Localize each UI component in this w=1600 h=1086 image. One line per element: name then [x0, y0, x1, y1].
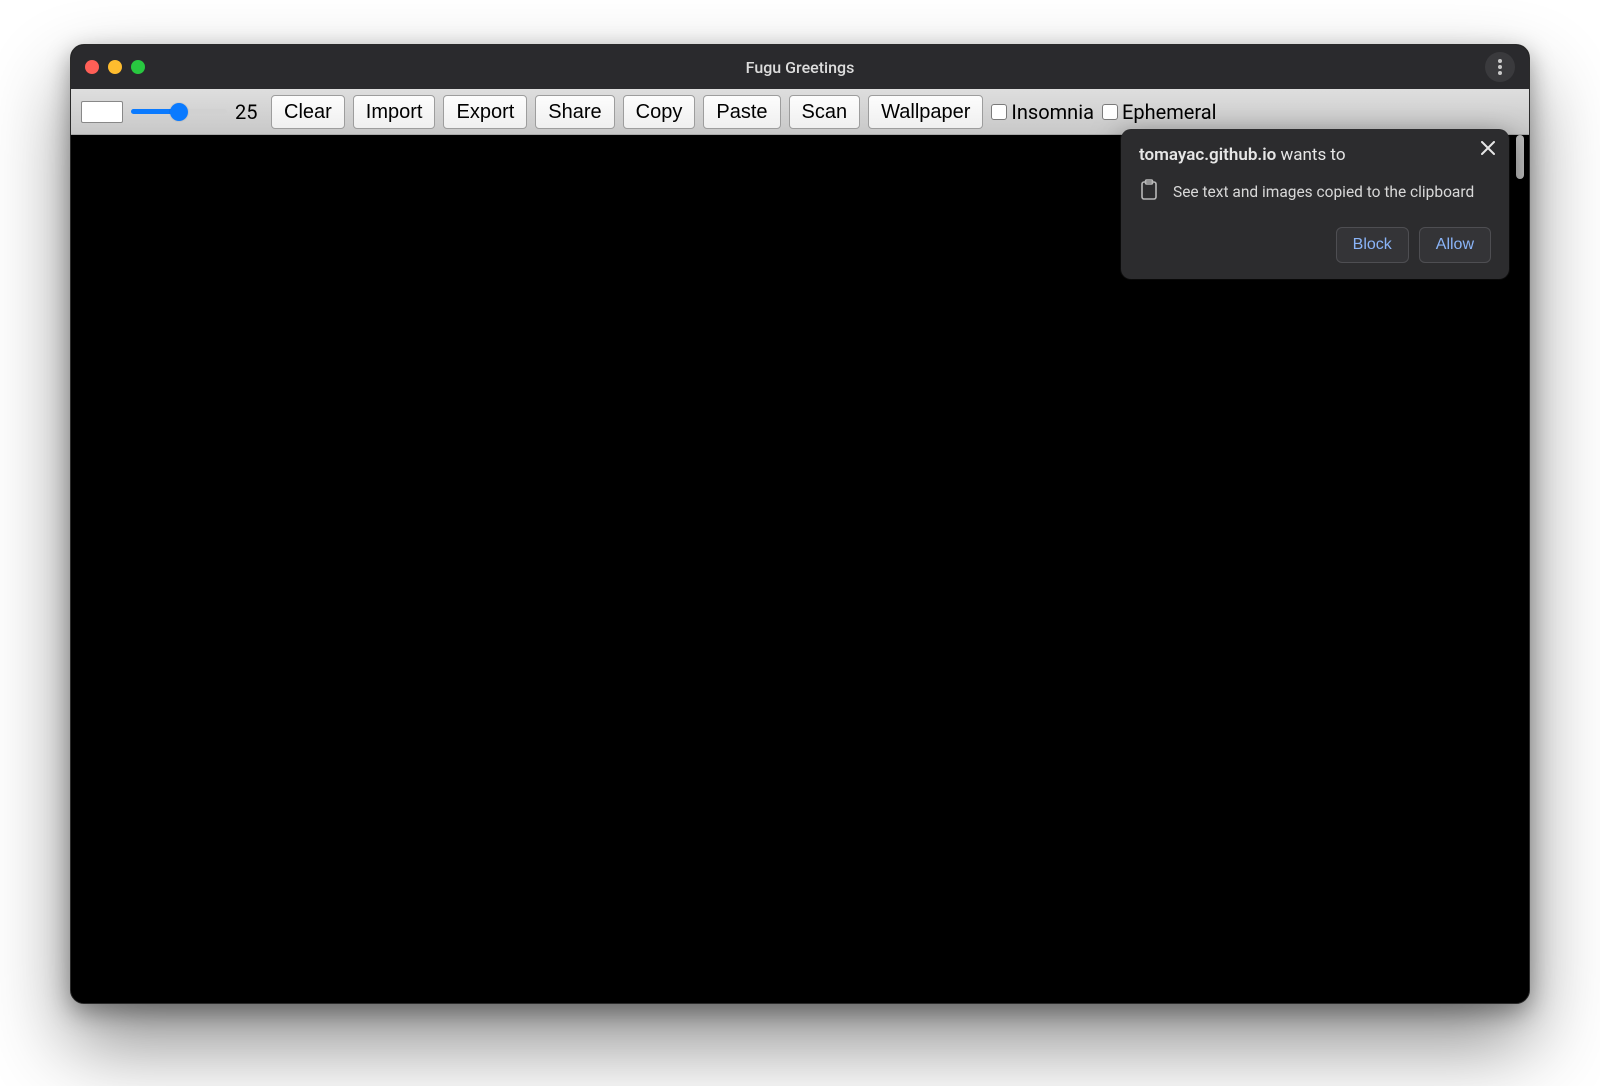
export-button[interactable]: Export: [443, 95, 527, 129]
permission-prompt: tomayac.github.io wants to See text and …: [1121, 129, 1509, 279]
window-close-button[interactable]: [85, 60, 99, 74]
permission-title: tomayac.github.io wants to: [1139, 145, 1491, 165]
slider-thumb[interactable]: [170, 103, 188, 121]
paste-button[interactable]: Paste: [703, 95, 780, 129]
traffic-lights: [85, 60, 145, 74]
wallpaper-button[interactable]: Wallpaper: [868, 95, 983, 129]
insomnia-label: Insomnia: [1011, 100, 1094, 124]
ephemeral-checkbox[interactable]: [1102, 104, 1118, 120]
permission-request-row: See text and images copied to the clipbo…: [1139, 179, 1491, 205]
window-title: Fugu Greetings: [71, 58, 1529, 77]
share-button[interactable]: Share: [535, 95, 614, 129]
clipboard-icon: [1139, 179, 1159, 205]
slider-track: [131, 109, 227, 114]
color-picker-swatch[interactable]: [81, 101, 123, 123]
app-window: Fugu Greetings 25 Clear Import Export Sh…: [70, 44, 1530, 1004]
ephemeral-toggle-group: Ephemeral: [1102, 100, 1217, 124]
titlebar: Fugu Greetings: [71, 45, 1529, 89]
close-button[interactable]: [1475, 135, 1501, 161]
more-vertical-icon: [1498, 59, 1502, 75]
clear-button[interactable]: Clear: [271, 95, 345, 129]
permission-origin: tomayac.github.io: [1139, 145, 1276, 165]
permission-request-text: See text and images copied to the clipbo…: [1173, 183, 1474, 201]
toolbar-scroll-indicator[interactable]: [1516, 135, 1524, 179]
allow-button[interactable]: Allow: [1419, 227, 1491, 263]
block-button[interactable]: Block: [1336, 227, 1409, 263]
ephemeral-label: Ephemeral: [1122, 100, 1217, 124]
brush-size-value: 25: [235, 100, 263, 124]
import-button[interactable]: Import: [353, 95, 436, 129]
insomnia-checkbox[interactable]: [991, 104, 1007, 120]
scan-button[interactable]: Scan: [789, 95, 861, 129]
brush-size-slider[interactable]: [131, 109, 227, 114]
insomnia-toggle-group: Insomnia: [991, 100, 1094, 124]
copy-button[interactable]: Copy: [623, 95, 696, 129]
window-minimize-button[interactable]: [108, 60, 122, 74]
permission-actions: Block Allow: [1139, 227, 1491, 263]
window-menu-button[interactable]: [1485, 52, 1515, 82]
window-zoom-button[interactable]: [131, 60, 145, 74]
close-icon: [1481, 141, 1495, 155]
